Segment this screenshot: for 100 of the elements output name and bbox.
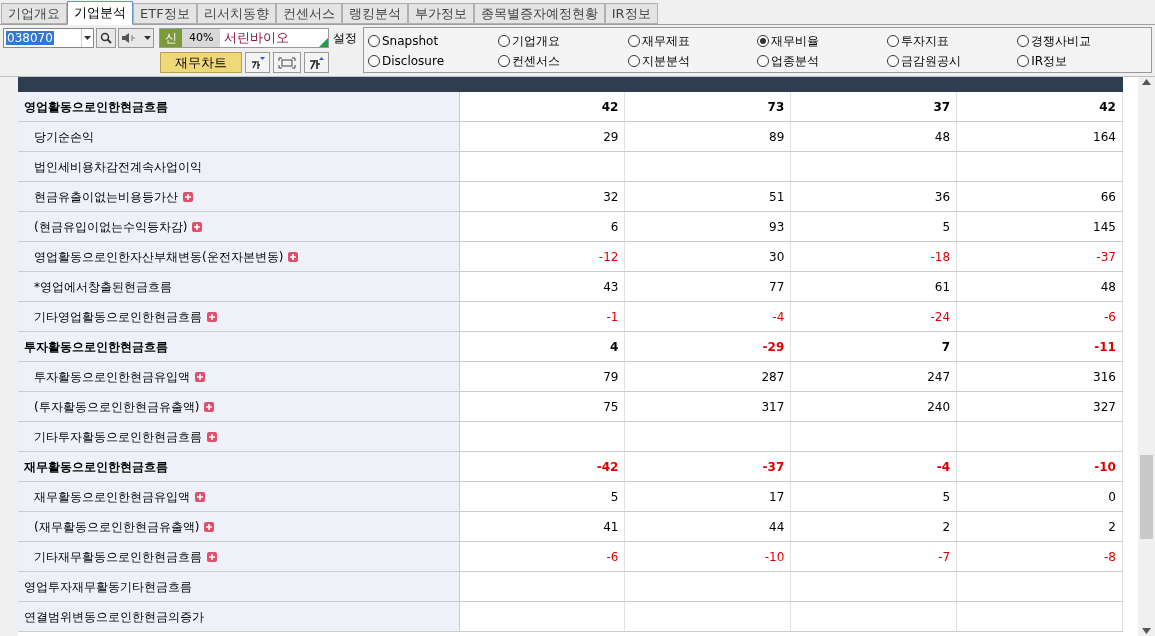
table-cell-text: 93 (769, 218, 785, 236)
radio-option[interactable]: 재무제표 (627, 30, 758, 51)
radio-button[interactable] (1017, 34, 1030, 47)
tab[interactable]: 랭킹분석 (341, 3, 408, 24)
row-label: 투자활동으로인한현금유입액 (34, 368, 190, 386)
radio-button[interactable] (1017, 54, 1030, 67)
row-label: 투자활동으로인한현금흐름 (24, 338, 168, 356)
table-cell-text: 0 (1108, 488, 1116, 506)
table-cell-text: 42 (601, 98, 619, 116)
new-badge: 신 (160, 29, 182, 47)
font-decrease-icon (249, 55, 266, 70)
radio-option[interactable]: 지분분석 (627, 50, 758, 71)
row-label: 기타재무활동으로인한현금흐름 (34, 548, 202, 566)
expand-icon[interactable] (204, 521, 215, 532)
tab[interactable]: 리서치동향 (196, 3, 276, 24)
table-cell-text: 287 (761, 368, 785, 386)
radio-option[interactable]: 투자지표 (887, 30, 1018, 51)
expand-icon[interactable] (195, 371, 205, 382)
stock-name-text: 서린바이오 (223, 29, 290, 48)
table-cell-text: -24 (930, 308, 951, 326)
expand-icon[interactable] (288, 251, 299, 262)
radio-option[interactable]: 업종분석 (757, 50, 888, 71)
tab[interactable]: 기업개요 (1, 3, 67, 24)
expand-icon[interactable] (204, 401, 215, 412)
table-cell-text: 327 (1093, 398, 1116, 416)
expand-icon[interactable] (195, 491, 205, 502)
radio-option[interactable]: Disclosure (368, 50, 498, 71)
radio-option[interactable]: 금감원공시 (887, 50, 1018, 71)
radio-option[interactable]: 컨센서스 (497, 50, 628, 71)
caret-icon (84, 35, 91, 41)
table-cell-text: -4 (772, 308, 785, 326)
radio-button[interactable] (368, 34, 380, 47)
stock-code-text: 038070 (6, 31, 54, 45)
table-cell-text: 37 (933, 98, 951, 116)
expand-icon[interactable] (207, 311, 217, 322)
expand-icon[interactable] (207, 551, 217, 562)
table-cell-text: 316 (1093, 368, 1116, 386)
radio-option[interactable]: 경쟁사비교 (1017, 30, 1147, 51)
tab[interactable]: 기업분석 (67, 1, 133, 25)
table-cell-text: 42 (1099, 98, 1116, 116)
scrollbar-thumb[interactable] (1140, 455, 1153, 539)
table-cell-text: 32 (603, 188, 619, 206)
corner-marker-icon (319, 38, 328, 47)
radio-button[interactable] (627, 34, 640, 47)
stock-code-field[interactable]: 038070 (3, 28, 94, 48)
row-label: 기타투자활동으로인한현금흐름 (34, 428, 202, 446)
table-cell-text: 43 (603, 278, 619, 296)
row-label: 영업활동으로인한현금흐름 (24, 98, 168, 116)
radio-option[interactable]: Snapshot (368, 30, 498, 51)
dropdown-button[interactable] (81, 29, 93, 47)
radio-button[interactable] (887, 34, 900, 47)
expand-icon[interactable] (183, 191, 193, 202)
font-larger-button[interactable] (304, 52, 329, 73)
table-cell-text: 73 (767, 98, 785, 116)
table-cell-text: 164 (1093, 128, 1116, 146)
radio-button[interactable] (497, 34, 510, 47)
table-cell-text: 7 (941, 338, 951, 356)
table-cell-text: -8 (1104, 548, 1116, 566)
table-cell-text: 5 (942, 488, 951, 506)
radio-button[interactable] (497, 54, 510, 67)
radio-button[interactable] (757, 54, 770, 67)
tab[interactable]: 부가정보 (407, 3, 474, 24)
search-button[interactable] (96, 28, 116, 48)
scrollbar[interactable] (1138, 77, 1155, 636)
expand-icon[interactable] (192, 221, 203, 232)
table-cell-text: 66 (1100, 188, 1116, 206)
radio-button[interactable] (757, 34, 770, 47)
row-label: 영업활동으로인한자산부채변동(운전자본변동) (34, 248, 284, 266)
settings-label[interactable]: 설정 (333, 29, 357, 47)
tab[interactable]: 컨센서스 (275, 3, 342, 24)
tab[interactable]: ETF정보 (133, 3, 197, 24)
table-cell-text: 77 (769, 278, 785, 296)
tab[interactable]: 종목별증자예정현황 (473, 3, 605, 24)
table-cell-text: -18 (930, 248, 951, 266)
table-cell-text: -37 (1096, 248, 1116, 266)
table-cell-text: 240 (927, 398, 951, 416)
table-cell-text: 30 (769, 248, 785, 266)
caret-icon (144, 35, 151, 41)
financial-chart-button[interactable]: 재무차트 (160, 52, 242, 73)
radio-button[interactable] (368, 54, 380, 67)
table-cell-text: 247 (927, 368, 951, 386)
table-cell-text: 48 (934, 128, 951, 146)
scroll-up-icon[interactable] (1142, 79, 1151, 85)
radio-button[interactable] (887, 54, 900, 67)
scroll-down-icon[interactable] (1142, 628, 1151, 634)
radio-option[interactable]: 기업개요 (497, 30, 628, 51)
font-smaller-button[interactable] (245, 52, 270, 73)
row-label: 재무활동으로인한현금흐름 (24, 458, 168, 476)
tab[interactable]: IR정보 (604, 3, 658, 24)
table-cell-text: -1 (606, 308, 619, 326)
table-cell-text: 2 (942, 518, 951, 536)
table-cell-text: 89 (769, 128, 785, 146)
speaker-button[interactable] (118, 28, 154, 48)
radio-option[interactable]: IR정보 (1017, 50, 1147, 71)
table-cell-text: 17 (769, 488, 785, 506)
table-cell-text: -10 (764, 548, 785, 566)
expand-icon[interactable] (207, 431, 217, 442)
radio-option[interactable]: 재무비율 (757, 30, 888, 51)
radio-button[interactable] (627, 54, 640, 67)
row-label: 연결범위변동으로인한현금의증가 (24, 608, 204, 626)
